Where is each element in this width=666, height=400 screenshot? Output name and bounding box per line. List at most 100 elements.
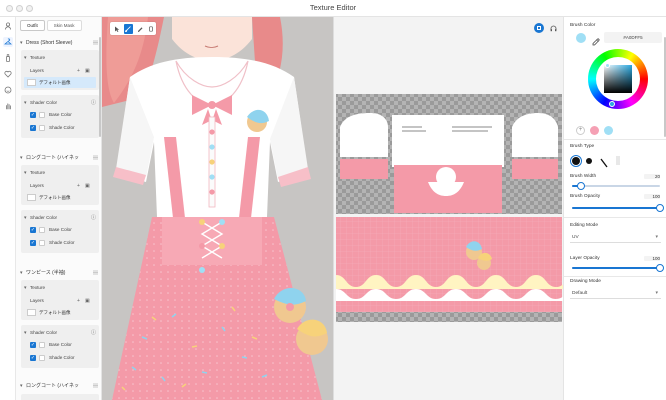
texture-card: ▾ Texture Layers + ▣ デフォルト画像 <box>21 165 99 205</box>
uv-texture-image <box>336 94 563 322</box>
base-color-label: Base Color <box>49 112 72 117</box>
texture-card: ▾ Texture Layers + ▣ デフォルト画像 <box>21 280 99 320</box>
hand-icon[interactable] <box>3 101 13 111</box>
brush-width-value[interactable]: 20 <box>644 174 660 179</box>
layer-thumbnail <box>27 309 36 316</box>
group-title: ロングコート (ハイネッ <box>26 155 79 161</box>
add-layer-icon[interactable]: + <box>77 298 80 304</box>
pen-tool-icon[interactable] <box>135 24 145 34</box>
round-brush-icon <box>572 157 580 165</box>
layers-label: Layers <box>30 68 44 73</box>
character-3d-viewport[interactable] <box>102 17 333 400</box>
eyedropper-icon[interactable] <box>592 33 600 51</box>
editing-mode-value: UV <box>572 234 579 240</box>
add-layer-icon[interactable]: + <box>77 68 80 74</box>
group-header-dress[interactable]: ▾ Dress (Short Sleeve) <box>16 37 101 48</box>
chevron-down-icon: ▾ <box>24 99 27 106</box>
reorder-icon[interactable] <box>93 270 98 275</box>
reorder-icon[interactable] <box>93 40 98 45</box>
layer-opacity-slider[interactable] <box>572 264 664 272</box>
shader-card: ▾ Shader Color ⓘ ✓ Base Color ✓ Shade Colo… <box>21 210 99 253</box>
chevron-down-icon: ▾ <box>655 290 658 296</box>
saturation-square[interactable] <box>604 63 632 93</box>
face-icon[interactable] <box>3 85 13 95</box>
group-title: ワンピース (半袖) <box>26 270 66 276</box>
group-header-long-coat[interactable]: ▾ ロングコート (ハイネッ <box>16 152 101 163</box>
texture-label: Texture <box>30 170 46 175</box>
brush-width-label: Brush Width <box>570 174 597 179</box>
brush-color-swatch[interactable] <box>576 33 586 43</box>
chevron-down-icon: ▾ <box>24 214 27 221</box>
window-title: Texture Editor <box>309 3 357 12</box>
chevron-down-icon: ▾ <box>24 284 27 291</box>
hanger-icon[interactable] <box>3 37 13 47</box>
heart-icon[interactable] <box>3 69 13 79</box>
layer-item[interactable]: デフォルト画像 <box>24 77 96 88</box>
chevron-down-icon: ▾ <box>24 169 27 176</box>
brush-soft[interactable] <box>616 156 620 165</box>
color-wheel[interactable] <box>588 49 648 109</box>
brush-opacity-slider[interactable] <box>572 204 664 212</box>
line-brush-icon <box>600 158 608 168</box>
title-bar: Texture Editor <box>0 0 666 17</box>
brush-width-slider[interactable] <box>572 182 660 190</box>
eraser-tool-icon[interactable] <box>147 24 157 34</box>
brush-opacity-value[interactable]: 100 <box>644 194 660 199</box>
tab-skin-mask[interactable]: Skin Mask <box>46 20 82 31</box>
texture-card: ▾ Texture Layers + ▣ デフォルト画像 <box>21 50 99 90</box>
layer-item[interactable]: デフォルト画像 <box>24 192 96 203</box>
drawing-mode-label: Drawing Mode <box>570 279 601 284</box>
shade-color-label: Shade Color <box>49 355 75 360</box>
shade-color-label: Shade Color <box>49 240 75 245</box>
layer-image-icon[interactable]: ▣ <box>85 68 90 74</box>
outfit-panel: Outfit Skin Mask ▾ Dress (Short Sleeve) … <box>16 17 102 400</box>
panel-scrollbar[interactable] <box>99 37 101 137</box>
select-tool-icon[interactable] <box>112 24 122 34</box>
color-picker-knob[interactable] <box>605 63 610 68</box>
brush-tool-icon[interactable] <box>123 23 133 34</box>
editing-mode-select[interactable]: UV ▾ <box>570 232 661 243</box>
layers-label: Layers <box>30 183 44 188</box>
group-header-one-piece[interactable]: ▾ ワンピース (半袖) <box>16 267 101 278</box>
brush-color-label: Brush Color <box>570 23 596 28</box>
chevron-down-icon: ▾ <box>24 329 27 336</box>
group-header-long-coat-2[interactable]: ▾ ロングコート (ハイネッ <box>16 380 101 391</box>
brush-opacity-label: Brush Opacity <box>570 194 601 199</box>
brush-round-small[interactable] <box>586 158 592 164</box>
reorder-icon[interactable] <box>93 383 98 388</box>
layer-opacity-label: Layer Opacity <box>570 256 600 261</box>
properties-panel: Brush Color #A0DFF5 + Brush Type Brush W… <box>563 17 666 400</box>
bottle-icon[interactable] <box>3 53 13 63</box>
info-icon[interactable]: ⓘ <box>91 329 96 336</box>
layer-item[interactable]: デフォルト画像 <box>24 307 96 318</box>
layers-label: Layers <box>30 298 44 303</box>
layer-opacity-value[interactable]: 100 <box>644 256 660 261</box>
info-icon[interactable]: ⓘ <box>91 99 96 106</box>
shader-color-label: Shader Color <box>30 100 58 105</box>
brush-round-large[interactable] <box>570 155 582 167</box>
reorder-icon[interactable] <box>93 155 98 160</box>
layer-thumbnail <box>27 194 36 201</box>
chevron-down-icon: ▾ <box>655 234 658 240</box>
drawing-mode-select[interactable]: Default ▾ <box>570 288 661 299</box>
tab-outfit[interactable]: Outfit <box>20 20 45 31</box>
brush-type-label: Brush Type <box>570 144 595 149</box>
add-layer-icon[interactable]: + <box>77 183 80 189</box>
tool-palette <box>110 22 156 35</box>
layer-name: デフォルト画像 <box>39 79 71 85</box>
shade-color-label: Shade Color <box>49 125 75 130</box>
hue-knob[interactable] <box>609 101 615 107</box>
layer-image-icon[interactable]: ▣ <box>85 183 90 189</box>
hex-input[interactable]: #A0DFF5 <box>604 32 662 43</box>
person-icon[interactable] <box>3 21 13 31</box>
add-swatch-button[interactable]: + <box>576 126 585 135</box>
layer-thumbnail <box>27 79 36 86</box>
uv-texture-pane[interactable] <box>333 17 563 400</box>
info-icon[interactable]: ⓘ <box>91 214 96 221</box>
shader-color-label: Shader Color <box>30 215 58 220</box>
swatch-pink[interactable] <box>590 126 599 135</box>
swatch-blue[interactable] <box>604 126 613 135</box>
layer-image-icon[interactable]: ▣ <box>85 298 90 304</box>
drawing-mode-value: Default <box>572 290 588 296</box>
brush-line[interactable] <box>600 155 608 173</box>
